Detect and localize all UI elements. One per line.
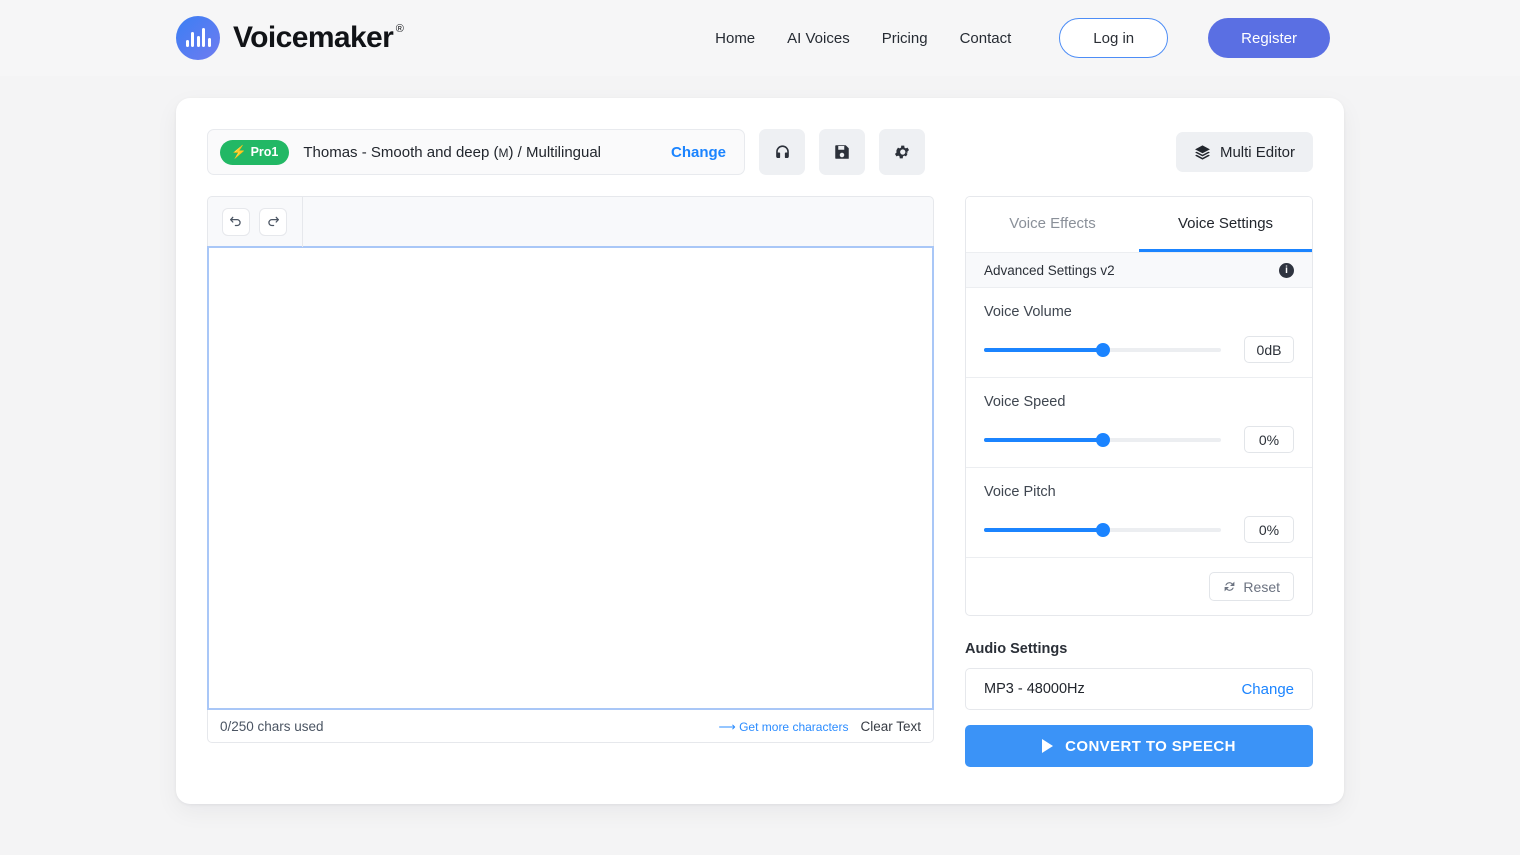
nav-item-pricing[interactable]: Pricing <box>882 30 928 47</box>
get-more-characters-link[interactable]: ⟶ Get more characters <box>719 720 849 734</box>
floppy-disk-icon <box>835 145 849 159</box>
register-button[interactable]: Register <box>1208 18 1330 58</box>
trademark-symbol: ® <box>395 23 404 35</box>
brand-logo[interactable]: Voicemaker ® <box>176 16 404 60</box>
settings-button[interactable] <box>879 129 925 175</box>
char-counter: 0/250 chars used <box>220 718 324 734</box>
audio-format-value: MP3 - 48000Hz <box>984 681 1085 697</box>
toolbar-divider <box>302 196 303 247</box>
voice-speed-slider[interactable] <box>984 432 1221 447</box>
arrow-right-icon: ⟶ <box>718 719 736 734</box>
voice-pitch-block: Voice Pitch 0% <box>966 468 1312 558</box>
text-editor: 0/250 chars used ⟶ Get more characters C… <box>207 196 934 767</box>
slider-thumb[interactable] <box>1095 342 1110 357</box>
voice-speed-block: Voice Speed 0% <box>966 378 1312 468</box>
save-button[interactable] <box>819 129 865 175</box>
voice-speed-label: Voice Speed <box>984 394 1066 410</box>
redo-icon <box>268 216 279 226</box>
reset-label: Reset <box>1243 578 1280 595</box>
selected-voice-bar[interactable]: ⚡ Pro1 Thomas - Smooth and deep (M) / Mu… <box>207 129 745 175</box>
settings-panel: Voice Effects Voice Settings Advanced Se… <box>965 196 1313 767</box>
tts-card: ⚡ Pro1 Thomas - Smooth and deep (M) / Mu… <box>176 98 1344 804</box>
workspace: 0/250 chars used ⟶ Get more characters C… <box>207 196 1313 767</box>
audio-settings-label: Audio Settings <box>965 641 1068 657</box>
voice-name: Thomas - Smooth and deep (M) / Multiling… <box>303 143 602 161</box>
multi-editor-button[interactable]: Multi Editor <box>1175 132 1313 172</box>
lightning-bolt-icon: ⚡ <box>231 144 247 159</box>
voice-speed-value[interactable]: 0% <box>1244 426 1294 453</box>
pro-badge: ⚡ Pro1 <box>220 139 290 165</box>
slider-fill <box>984 527 1103 532</box>
slider-thumb[interactable] <box>1095 522 1110 537</box>
slider-fill <box>984 347 1103 352</box>
voice-pitch-slider[interactable] <box>984 522 1221 537</box>
change-audio-format-link[interactable]: Change <box>1241 681 1294 698</box>
voice-volume-label: Voice Volume <box>984 304 1072 320</box>
panel-tabs: Voice Effects Voice Settings <box>966 197 1312 252</box>
gear-icon <box>894 145 910 159</box>
voice-volume-block: Voice Volume 0dB <box>966 288 1312 378</box>
page-shell: ⚡ Pro1 Thomas - Smooth and deep (M) / Mu… <box>0 76 1520 804</box>
site-header: Voicemaker ® Home AI Voices Pricing Conta… <box>0 0 1520 76</box>
change-voice-link[interactable]: Change <box>671 144 726 161</box>
redo-button[interactable] <box>259 207 287 236</box>
advanced-settings-label: Advanced Settings v2 <box>984 262 1115 278</box>
audio-format-box[interactable]: MP3 - 48000Hz Change <box>965 668 1313 710</box>
headphones-button[interactable] <box>759 129 805 175</box>
voice-gender: M <box>498 145 509 160</box>
settings-card: Voice Effects Voice Settings Advanced Se… <box>965 196 1313 616</box>
tab-voice-effects[interactable]: Voice Effects <box>966 197 1139 252</box>
editor-footer: 0/250 chars used ⟶ Get more characters C… <box>207 710 934 743</box>
headphones-icon <box>775 144 789 158</box>
reset-button[interactable]: Reset <box>1209 572 1294 601</box>
clear-text-button[interactable]: Clear Text <box>860 719 921 734</box>
info-icon[interactable]: i <box>1279 262 1294 278</box>
multi-editor-label: Multi Editor <box>1219 143 1295 161</box>
advanced-settings-header: Advanced Settings v2 i <box>966 252 1312 288</box>
convert-to-speech-button[interactable]: CONVERT TO SPEECH <box>965 725 1313 767</box>
undo-icon <box>230 216 241 226</box>
nav-item-contact[interactable]: Contact <box>960 30 1012 47</box>
text-input[interactable] <box>207 246 934 710</box>
voicemaker-waveform-icon <box>176 16 220 60</box>
slider-fill <box>984 437 1103 442</box>
voice-pitch-value[interactable]: 0% <box>1244 516 1294 543</box>
voice-volume-slider[interactable] <box>984 342 1221 357</box>
play-icon <box>1042 739 1054 753</box>
refresh-icon <box>1225 581 1235 592</box>
nav-item-ai-voices[interactable]: AI Voices <box>787 30 850 47</box>
main-navigation: Home AI Voices Pricing Contact Log in Re… <box>715 18 1330 58</box>
pro-badge-label: Pro1 <box>250 145 279 159</box>
convert-label: CONVERT TO SPEECH <box>1065 737 1236 755</box>
brand-name: Voicemaker ® <box>233 21 404 54</box>
nav-item-home[interactable]: Home <box>715 30 755 47</box>
tab-voice-settings[interactable]: Voice Settings <box>1139 197 1312 252</box>
toolbar-row: ⚡ Pro1 Thomas - Smooth and deep (M) / Mu… <box>207 129 1313 175</box>
editor-toolbar <box>207 196 934 247</box>
voice-volume-value[interactable]: 0dB <box>1244 336 1294 363</box>
layers-icon <box>1195 144 1210 160</box>
slider-thumb[interactable] <box>1095 432 1110 447</box>
login-button[interactable]: Log in <box>1059 18 1169 58</box>
reset-row: Reset <box>966 558 1312 615</box>
undo-button[interactable] <box>222 207 250 236</box>
voice-pitch-label: Voice Pitch <box>984 484 1056 500</box>
